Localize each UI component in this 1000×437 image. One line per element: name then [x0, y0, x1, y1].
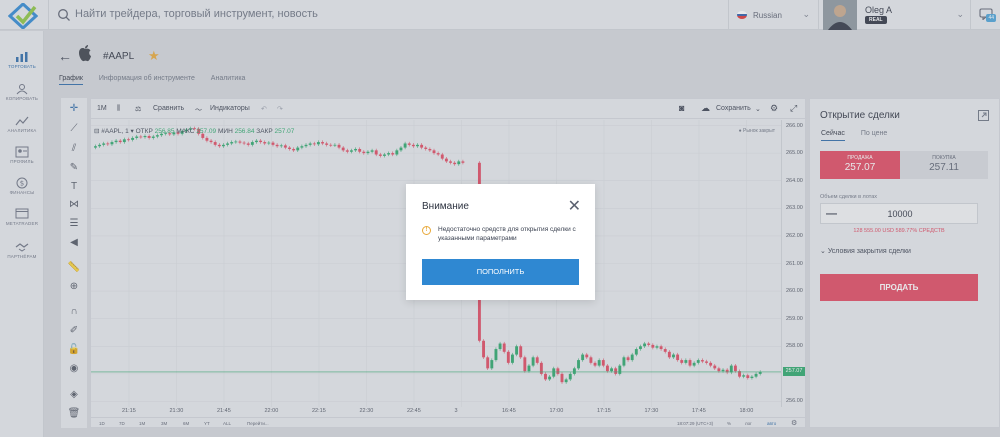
dialog-title: Внимание — [422, 201, 469, 212]
dialog-message: Недостаточно средств для открытия сделки… — [438, 226, 576, 242]
deposit-button[interactable]: ПОПОЛНИТЬ — [422, 259, 579, 285]
warning-icon: ! — [422, 226, 431, 235]
warning-dialog: Внимание ✕ ! Недостаточно средств для от… — [406, 184, 595, 300]
close-icon[interactable]: ✕ — [568, 196, 581, 216]
